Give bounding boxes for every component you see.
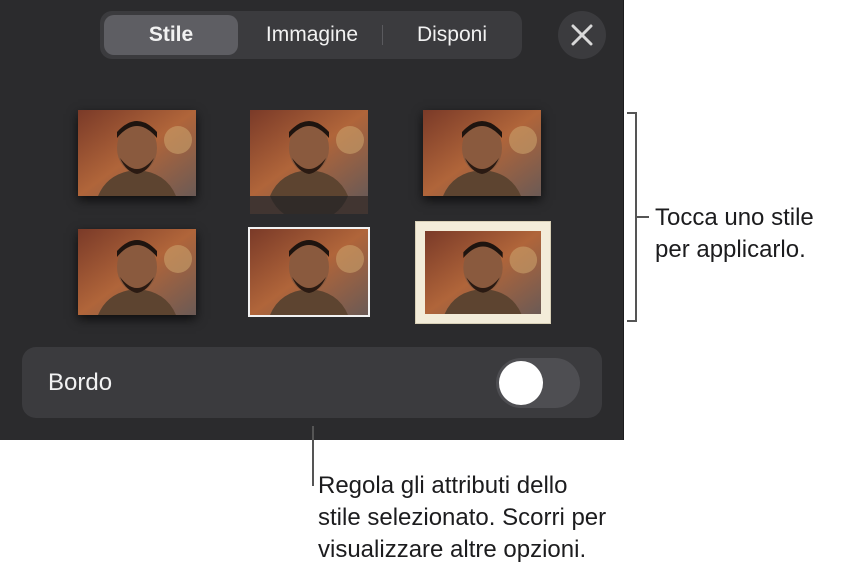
border-callout: Regola gli attributi dello stile selezio… [318, 470, 606, 566]
border-callout-line: visualizzare altre opzioni. [318, 536, 587, 563]
portrait-image [425, 231, 541, 314]
portrait-image [78, 229, 196, 315]
tab-immagine[interactable]: Immagine [242, 11, 382, 59]
style-thumbnail-shadow-large[interactable] [423, 110, 541, 196]
border-label: Bordo [48, 369, 113, 396]
border-callout-line: stile selezionato. Scorri per [318, 504, 607, 531]
style-thumbnail-thin-white-border[interactable] [248, 227, 370, 317]
segmented-control: Stile Immagine Disponi [100, 11, 522, 59]
format-panel: Stile Immagine Disponi Bordo [0, 0, 624, 440]
border-callout-line [312, 426, 314, 486]
framed-photo [425, 231, 541, 314]
portrait-image [250, 110, 368, 196]
style-thumbnail-cream-frame[interactable] [415, 221, 551, 324]
tab-stile[interactable]: Stile [104, 15, 238, 55]
styles-callout: Tocca uno stile per applicarlo. [655, 202, 814, 266]
border-setting-row: Bordo [22, 347, 602, 418]
styles-bracket [627, 112, 637, 322]
styles-bracket-tick [637, 216, 649, 218]
style-thumbnail-plain[interactable] [78, 229, 196, 315]
styles-callout-line: Tocca uno stile [655, 204, 814, 231]
style-thumbnail-reflection[interactable] [250, 110, 368, 196]
segment-divider [382, 25, 383, 45]
style-thumbnail-shadow[interactable] [78, 110, 196, 196]
portrait-image [250, 229, 368, 315]
border-callout-line: Regola gli attributi dello [318, 472, 568, 499]
portrait-image [78, 110, 196, 196]
toggle-knob [499, 361, 543, 405]
border-toggle[interactable] [496, 358, 580, 408]
close-button[interactable] [558, 11, 606, 59]
close-icon [571, 24, 593, 46]
portrait-image [423, 110, 541, 196]
styles-callout-line: per applicarlo. [655, 236, 806, 263]
reflection-effect [250, 196, 368, 214]
tab-disponi[interactable]: Disponi [384, 11, 520, 59]
